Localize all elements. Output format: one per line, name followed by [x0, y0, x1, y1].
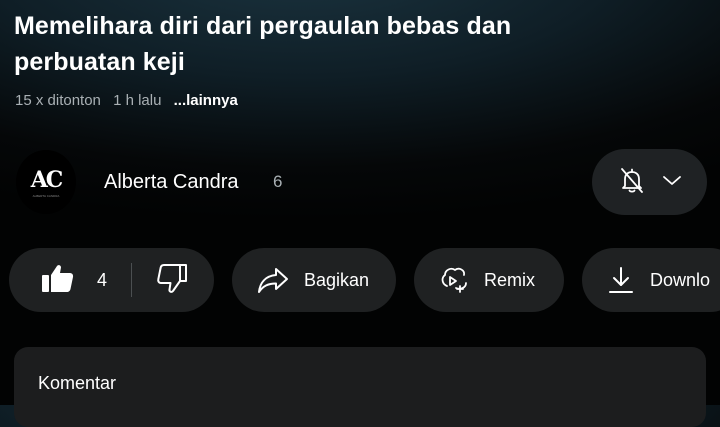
like-separator: [131, 263, 133, 297]
comments-header: Komentar: [38, 373, 117, 393]
thumbs-up-icon: [41, 262, 75, 299]
notification-button[interactable]: [592, 149, 707, 215]
download-button[interactable]: Downlo: [582, 248, 720, 312]
avatar-logo: AC: [30, 166, 64, 193]
like-count: 4: [97, 269, 108, 290]
comments-panel[interactable]: Komentar: [14, 347, 706, 427]
video-title: Memelihara diri dari pergaulan bebas dan…: [14, 12, 512, 76]
chevron-down-icon: [661, 169, 683, 196]
bell-off-icon: [617, 165, 647, 200]
remix-icon: [438, 264, 470, 296]
channel-name[interactable]: Alberta Candra: [104, 171, 239, 194]
like-button[interactable]: 4: [41, 262, 107, 299]
thumbs-down-icon: [156, 262, 188, 299]
channel-row: AC ALBERTA CANDRA Alberta Candra 6: [14, 149, 714, 216]
more-link[interactable]: ...lainnya: [174, 92, 238, 109]
download-label: Downlo: [650, 269, 711, 290]
channel-avatar[interactable]: AC ALBERTA CANDRA: [16, 150, 76, 214]
like-dislike-group: 4: [9, 248, 214, 312]
share-button[interactable]: Bagikan: [232, 248, 396, 312]
download-icon: [606, 265, 636, 295]
remix-label: Remix: [484, 269, 536, 290]
view-count: 15 x ditonton: [15, 92, 101, 109]
dislike-button[interactable]: [156, 262, 188, 299]
share-icon: [256, 265, 290, 295]
upload-age: 1 h lalu: [113, 92, 162, 109]
share-label: Bagikan: [304, 269, 370, 290]
subscriber-count: 6: [273, 172, 283, 191]
remix-button[interactable]: Remix: [414, 248, 564, 312]
video-meta[interactable]: 15 x ditonton 1 h lalu ...lainnya: [15, 92, 246, 109]
avatar-subtext: ALBERTA CANDRA: [32, 193, 60, 198]
